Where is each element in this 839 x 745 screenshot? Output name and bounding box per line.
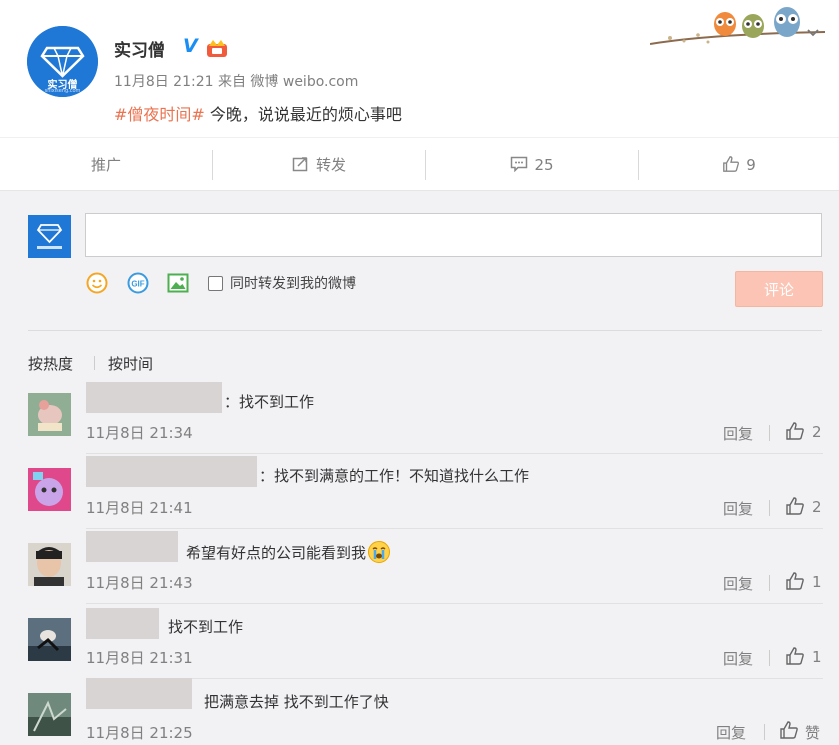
- member-crown-icon: [207, 40, 227, 57]
- comment-time: 11月8日 21:31: [86, 649, 193, 667]
- comment-text: 把满意去掉 找不到工作了快: [204, 693, 389, 711]
- current-user-avatar: [28, 215, 71, 258]
- comment-text: 找不到工作: [168, 618, 244, 636]
- avatar-image: [28, 693, 71, 736]
- comment-divider: [86, 603, 823, 604]
- owls-decoration-icon: [650, 7, 825, 45]
- thumbs-up-icon[interactable]: [785, 496, 805, 516]
- comment-text: ：找不到工作: [224, 393, 315, 411]
- commenter-avatar[interactable]: [28, 543, 71, 586]
- comment-text-body: 希望有好点的公司能看到我: [186, 544, 367, 562]
- reply-button[interactable]: 回复: [716, 722, 746, 743]
- avatar-image: [28, 393, 71, 436]
- crying-emoji-icon: [368, 541, 391, 563]
- post-body: 今晚，说说最近的烦心事吧: [204, 105, 402, 124]
- comment-divider: [86, 678, 823, 679]
- diamond-logo-icon: [28, 215, 71, 258]
- repost-checkbox[interactable]: [208, 276, 223, 291]
- commenter-avatar[interactable]: [28, 468, 71, 511]
- comment-like-count: 1: [812, 573, 822, 591]
- comment-time: 11月8日 21:41: [86, 499, 193, 517]
- reply-divider: [769, 575, 770, 591]
- author-avatar[interactable]: 实习僧 shixiseng.com: [27, 26, 98, 97]
- comment-like-count: 2: [812, 498, 822, 516]
- comment-divider: [86, 453, 823, 454]
- thumbs-up-icon[interactable]: [785, 571, 805, 591]
- sort-by-time-tab[interactable]: 按时间: [108, 353, 153, 374]
- avatar-image: [28, 543, 71, 586]
- section-divider: [28, 330, 822, 331]
- post-meta: 11月8日 21:21 来自 微博 weibo.com: [114, 74, 359, 90]
- avatar-brand-sub: shixiseng.com: [44, 88, 81, 94]
- reply-button[interactable]: 回复: [723, 648, 753, 669]
- emoji-icon[interactable]: [86, 272, 108, 294]
- redacted-username: [86, 382, 222, 413]
- sort-by-hot-tab[interactable]: 按热度: [28, 353, 73, 374]
- redacted-username: [86, 678, 192, 709]
- commenter-avatar[interactable]: [28, 618, 71, 661]
- comment-icon: [511, 156, 528, 173]
- comment-count: 25: [534, 156, 554, 174]
- comment-text: 希望有好点的公司能看到我: [186, 540, 391, 564]
- gif-icon-label: GIF: [131, 280, 144, 289]
- avatar-image: [28, 468, 71, 511]
- comment-text: ：找不到满意的工作！不知道找什么工作: [259, 467, 530, 485]
- comment-input[interactable]: [85, 213, 822, 257]
- post-text: #僧夜时间# 今晚，说说最近的烦心事吧: [114, 101, 402, 125]
- hashtag-link[interactable]: #僧夜时间#: [114, 105, 205, 124]
- reply-button[interactable]: 回复: [723, 498, 753, 519]
- submit-comment-button[interactable]: 评论: [735, 271, 823, 307]
- redacted-username: [86, 456, 257, 487]
- thumbs-up-icon[interactable]: [785, 646, 805, 666]
- reply-button[interactable]: 回复: [723, 423, 753, 444]
- commenter-avatar[interactable]: [28, 693, 71, 736]
- reply-divider: [769, 650, 770, 666]
- thumbs-up-icon[interactable]: [779, 720, 799, 740]
- chevron-down-icon[interactable]: [806, 28, 820, 38]
- like-button[interactable]: 9: [639, 138, 839, 192]
- comment-time: 11月8日 21:25: [86, 724, 193, 742]
- repost-label: 转发: [315, 156, 346, 174]
- reply-button[interactable]: 回复: [723, 573, 753, 594]
- reply-divider: [764, 724, 765, 740]
- repost-icon: [292, 157, 308, 172]
- verified-badge-icon: V: [183, 35, 198, 57]
- like-count: 9: [746, 156, 756, 174]
- author-name[interactable]: 实习僧: [114, 36, 165, 61]
- thumbs-up-icon[interactable]: [785, 421, 805, 441]
- repost-button[interactable]: 转发: [213, 138, 425, 192]
- comment-like-count: 1: [812, 648, 822, 666]
- avatar-image: [28, 618, 71, 661]
- comment-like-count: 赞: [805, 724, 821, 742]
- image-icon[interactable]: [167, 272, 189, 294]
- thumbs-up-icon: [723, 156, 740, 172]
- reply-divider: [769, 500, 770, 516]
- repost-checkbox-label: 同时转发到我的微博: [230, 276, 356, 292]
- comment-divider: [86, 528, 823, 529]
- promote-button[interactable]: 推广: [0, 138, 212, 192]
- promote-label: 推广: [90, 156, 121, 174]
- action-bar: 推广 转发 25 9: [0, 137, 839, 191]
- redacted-username: [86, 608, 159, 639]
- comment-time: 11月8日 21:43: [86, 574, 193, 592]
- commenter-avatar[interactable]: [28, 393, 71, 436]
- gif-icon[interactable]: GIF: [127, 272, 149, 294]
- comment-button[interactable]: 25: [426, 138, 638, 192]
- sort-divider: [94, 356, 95, 370]
- reply-divider: [769, 425, 770, 441]
- comment-like-count: 2: [812, 423, 822, 441]
- comment-time: 11月8日 21:34: [86, 424, 193, 442]
- redacted-username: [86, 531, 178, 562]
